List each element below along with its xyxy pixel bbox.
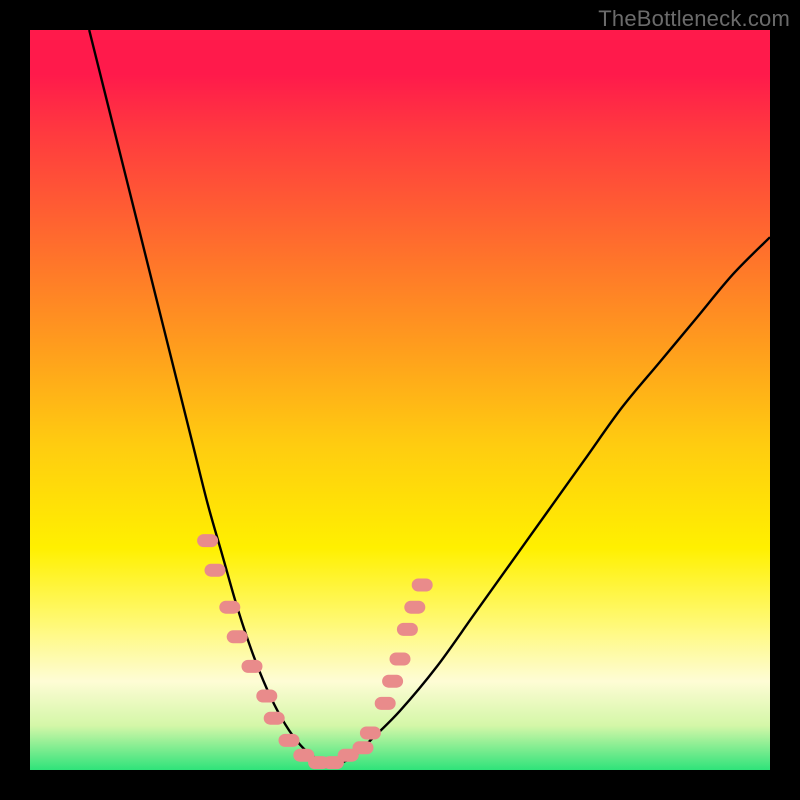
curve-marker — [360, 727, 380, 739]
curve-svg — [30, 30, 770, 770]
watermark-text: TheBottleneck.com — [598, 6, 790, 32]
curve-marker — [205, 564, 225, 576]
curve-marker — [242, 660, 262, 672]
curve-marker — [257, 690, 277, 702]
curve-marker — [220, 601, 240, 613]
curve-marker — [375, 697, 395, 709]
curve-marker — [198, 535, 218, 547]
curve-markers — [198, 535, 433, 769]
curve-marker — [390, 653, 410, 665]
curve-marker — [227, 631, 247, 643]
plot-area — [30, 30, 770, 770]
chart-frame: TheBottleneck.com — [0, 0, 800, 800]
curve-marker — [412, 579, 432, 591]
curve-marker — [264, 712, 284, 724]
bottleneck-curve — [89, 30, 770, 764]
curve-marker — [279, 734, 299, 746]
curve-marker — [397, 623, 417, 635]
curve-marker — [383, 675, 403, 687]
curve-marker — [353, 742, 373, 754]
curve-marker — [405, 601, 425, 613]
